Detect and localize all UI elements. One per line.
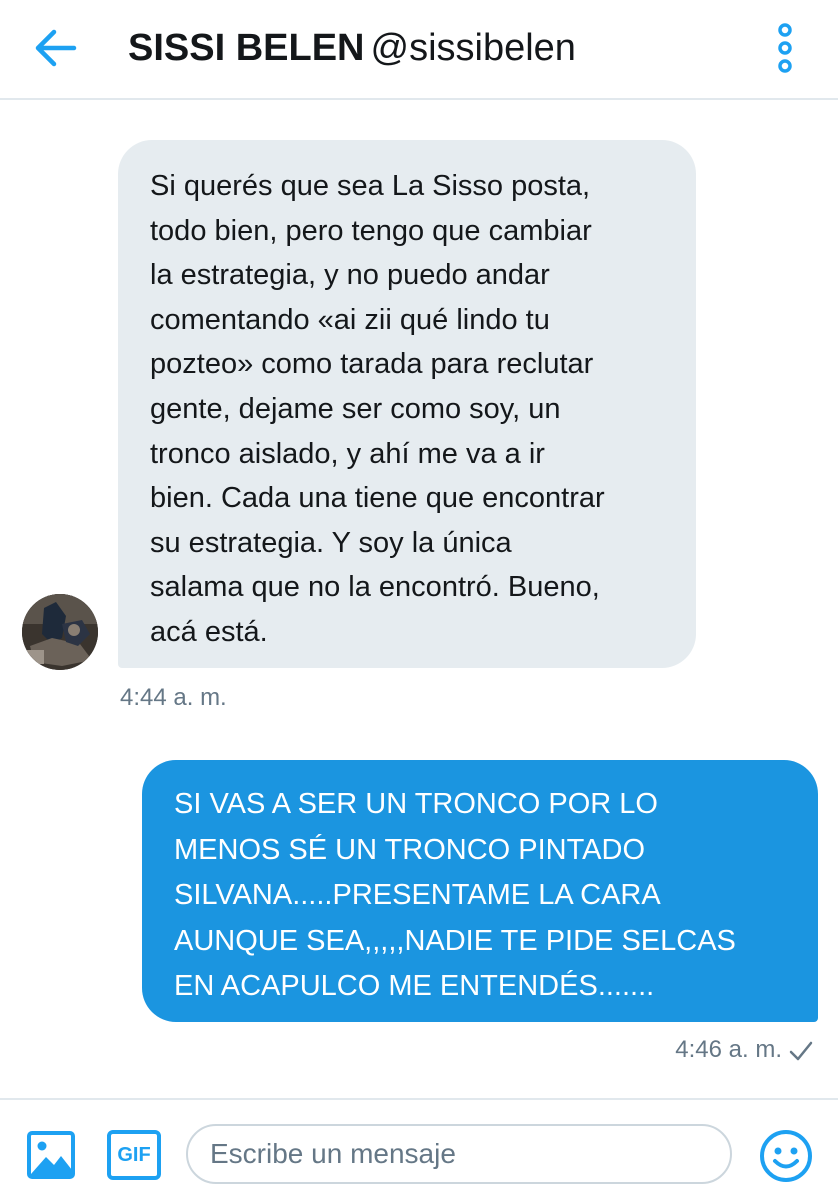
arrow-left-icon (35, 29, 77, 67)
message-input[interactable] (186, 1124, 732, 1184)
message-line: su estrategia. Y soy la única (150, 526, 512, 559)
add-photo-button[interactable] (26, 1130, 76, 1180)
message-line: acá está. (150, 615, 268, 648)
message-line: EN ACAPULCO ME ENTENDÉS....... (174, 970, 655, 1002)
contact-name: SISSI BELEN (128, 27, 365, 69)
message-line: SI VAS A SER UN TRONCO POR LO (174, 788, 658, 820)
message-line: pozteo» como tarada para reclutar (150, 348, 594, 381)
message-line: AUNQUE SEA,,,,,NADIE TE PIDE SELCAS (174, 924, 736, 957)
contact-handle: @sissibelen (370, 27, 576, 69)
more-vertical-icon (778, 23, 792, 73)
incoming-message-bubble[interactable]: Si querés que sea La Sisso posta, todo b… (118, 140, 696, 668)
message-composer: GIF (0, 1098, 838, 1200)
message-line: comentando «ai zii qué lindo tu (150, 303, 550, 336)
image-icon (27, 1131, 75, 1179)
message-line: MENOS SÉ UN TRONCO PINTADO (174, 833, 646, 866)
message-line: SILVANA.....PRESENTAME LA CARA (174, 879, 661, 911)
message-line: salama que no la encontró. Bueno, (150, 571, 600, 604)
avatar[interactable] (22, 594, 98, 670)
message-line: gente, dejame ser como soy, un (150, 392, 561, 425)
gif-button[interactable]: GIF (107, 1130, 161, 1180)
message-line: la estrategia, y no puedo andar (150, 259, 550, 292)
outgoing-message-bubble[interactable]: SI VAS A SER UN TRONCO POR LO MENOS SÉ U… (142, 760, 818, 1022)
message-line: todo bien, pero tengo que cambiar (150, 214, 592, 247)
message-line: tronco aislado, y ahí me va a ir (150, 437, 545, 470)
dm-conversation-screen: SISSI BELEN @sissibelen Si querés que sea… (0, 0, 838, 1200)
message-line: Si querés que sea La Sisso posta, (150, 170, 591, 202)
check-icon (789, 1041, 813, 1060)
back-button[interactable] (30, 26, 80, 70)
message-timestamp: 4:46 a. m. (675, 1036, 782, 1063)
conversation-title: SISSI BELEN @sissibelen (128, 26, 576, 70)
emoji-button[interactable] (758, 1128, 814, 1184)
message-status: 4:46 a. m. (675, 1036, 814, 1064)
conversation-header: SISSI BELEN @sissibelen (0, 0, 838, 100)
smiley-icon (760, 1130, 812, 1182)
more-options-button[interactable] (770, 22, 800, 74)
message-line: bien. Cada una tiene que encontrar (150, 482, 605, 515)
message-timestamp: 4:44 a. m. (120, 684, 227, 711)
